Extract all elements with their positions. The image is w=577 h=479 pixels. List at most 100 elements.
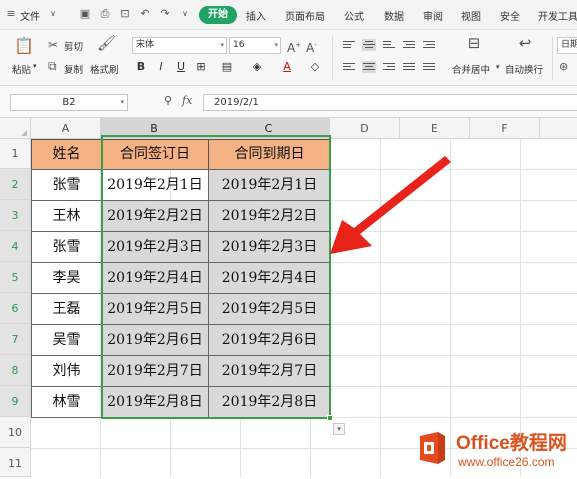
- cell-c7[interactable]: 2019年2月6日: [208, 324, 331, 356]
- border-icon[interactable]: ⊞: [194, 60, 208, 74]
- paste-button[interactable]: 粘贴: [12, 62, 31, 76]
- tab-view[interactable]: 视图: [461, 8, 481, 23]
- row-header-6[interactable]: 6: [0, 293, 31, 324]
- row-header-1[interactable]: 1: [0, 139, 31, 169]
- fx-label[interactable]: fx: [182, 94, 192, 107]
- file-menu[interactable]: 文件: [20, 8, 40, 23]
- tab-formulas[interactable]: 公式: [344, 8, 364, 23]
- font-name-select[interactable]: 宋体 ▾: [132, 37, 227, 54]
- column-header-b[interactable]: B: [101, 118, 208, 139]
- cell-c2[interactable]: 2019年2月1日: [208, 169, 331, 201]
- currency-icon[interactable]: ⊛: [559, 60, 568, 74]
- wrap-text-icon[interactable]: ↩: [516, 36, 534, 54]
- align-top-icon[interactable]: [342, 39, 356, 51]
- cell-a7[interactable]: 吴雪: [31, 324, 102, 356]
- underline-icon[interactable]: U: [174, 60, 188, 74]
- cell-a8[interactable]: 刘伟: [31, 355, 102, 387]
- indent-decrease-icon[interactable]: [402, 39, 416, 51]
- cell-b2[interactable]: 2019年2月1日: [101, 169, 209, 201]
- row-header-7[interactable]: 7: [0, 324, 31, 355]
- hamburger-menu-icon[interactable]: ≡: [4, 7, 18, 21]
- column-header-d[interactable]: D: [330, 118, 400, 139]
- cell-c6[interactable]: 2019年2月5日: [208, 293, 331, 325]
- font-color-icon[interactable]: A: [280, 60, 294, 74]
- increase-font-icon[interactable]: A+: [287, 38, 301, 55]
- column-header-a[interactable]: A: [31, 118, 101, 139]
- zoom-magnifier-icon[interactable]: ⚲: [164, 94, 172, 107]
- cell-c1[interactable]: 合同到期日: [208, 139, 331, 170]
- cell-b3[interactable]: 2019年2月2日: [101, 200, 209, 232]
- align-center-icon[interactable]: [362, 61, 376, 73]
- tab-security[interactable]: 安全: [500, 8, 520, 23]
- tab-home[interactable]: 开始: [199, 6, 237, 24]
- italic-icon[interactable]: I: [154, 60, 168, 74]
- cell-b5[interactable]: 2019年2月4日: [101, 262, 209, 294]
- cell-b7[interactable]: 2019年2月6日: [101, 324, 209, 356]
- number-format-select[interactable]: 日期: [557, 37, 577, 54]
- column-header-f[interactable]: F: [470, 118, 540, 139]
- cell-c3[interactable]: 2019年2月2日: [208, 200, 331, 232]
- tab-insert[interactable]: 插入: [246, 8, 266, 23]
- format-painter-button[interactable]: 格式刷: [90, 62, 119, 76]
- align-left-icon[interactable]: [342, 61, 356, 73]
- paste-dropdown-icon[interactable]: ▾: [33, 62, 37, 70]
- format-painter-icon[interactable]: 🖌: [97, 36, 116, 54]
- undo-icon[interactable]: ↶: [138, 7, 152, 21]
- cell-a2[interactable]: 张雪: [31, 169, 102, 201]
- chevron-down-icon[interactable]: ▾: [120, 95, 124, 110]
- cell-a5[interactable]: 李昊: [31, 262, 102, 294]
- select-all-corner[interactable]: [0, 118, 31, 139]
- cell-a4[interactable]: 张雪: [31, 231, 102, 263]
- redo-icon[interactable]: ↷: [158, 7, 172, 21]
- print-preview-icon[interactable]: ⊡: [118, 7, 132, 21]
- clear-format-icon[interactable]: ◇: [308, 60, 322, 74]
- tab-page-layout[interactable]: 页面布局: [285, 8, 325, 23]
- cell-a6[interactable]: 王磊: [31, 293, 102, 325]
- row-header-9[interactable]: 9: [0, 386, 31, 417]
- cell-c8[interactable]: 2019年2月7日: [208, 355, 331, 387]
- cell-a3[interactable]: 王林: [31, 200, 102, 232]
- quick-access-more-icon[interactable]: ∨: [178, 7, 192, 21]
- fill-handle[interactable]: [327, 415, 333, 421]
- row-header-10[interactable]: 10: [0, 417, 31, 448]
- row-header-4[interactable]: 4: [0, 231, 31, 262]
- cell-b6[interactable]: 2019年2月5日: [101, 293, 209, 325]
- cell-a9[interactable]: 林雪: [31, 386, 102, 418]
- chevron-down-icon[interactable]: ∨: [46, 7, 60, 21]
- print-icon[interactable]: ⎙: [98, 7, 112, 21]
- cell-c5[interactable]: 2019年2月4日: [208, 262, 331, 294]
- bold-icon[interactable]: B: [134, 60, 148, 74]
- copy-icon[interactable]: ⧉: [48, 59, 57, 73]
- row-header-8[interactable]: 8: [0, 355, 31, 386]
- font-size-select[interactable]: 16 ▾: [229, 37, 281, 54]
- copy-button[interactable]: 复制: [64, 62, 83, 76]
- cell-b8[interactable]: 2019年2月7日: [101, 355, 209, 387]
- cell-style-icon[interactable]: ▤: [220, 60, 234, 74]
- justify-icon[interactable]: [402, 61, 416, 73]
- cell-c4[interactable]: 2019年2月3日: [208, 231, 331, 263]
- scissors-icon[interactable]: ✂: [48, 38, 58, 52]
- quick-fill-options-icon[interactable]: ▾: [333, 423, 345, 435]
- tab-developer[interactable]: 开发工具: [538, 8, 577, 23]
- align-right-icon[interactable]: [382, 61, 396, 73]
- column-header-c[interactable]: C: [208, 118, 330, 139]
- cell-b4[interactable]: 2019年2月3日: [101, 231, 209, 263]
- row-header-2[interactable]: 2: [0, 169, 31, 200]
- tab-review[interactable]: 审阅: [423, 8, 443, 23]
- row-header-5[interactable]: 5: [0, 262, 31, 293]
- tab-data[interactable]: 数据: [384, 8, 404, 23]
- column-header-e[interactable]: E: [400, 118, 470, 139]
- formula-input[interactable]: 2019/2/1: [203, 94, 577, 111]
- merge-center-button[interactable]: 合并居中: [452, 62, 490, 76]
- align-bottom-icon[interactable]: [382, 39, 396, 51]
- merge-dropdown-icon[interactable]: ▾: [496, 63, 500, 71]
- name-box[interactable]: B2 ▾: [10, 94, 128, 111]
- align-middle-icon[interactable]: [362, 39, 376, 51]
- cell-b9[interactable]: 2019年2月8日: [101, 386, 209, 418]
- row-header-11[interactable]: 11: [0, 448, 31, 477]
- distributed-icon[interactable]: [422, 61, 436, 73]
- cut-button[interactable]: 剪切: [64, 39, 83, 53]
- paste-icon[interactable]: 📋: [14, 36, 34, 56]
- fill-color-icon[interactable]: ◈: [250, 60, 264, 74]
- column-header-g[interactable]: [540, 118, 577, 139]
